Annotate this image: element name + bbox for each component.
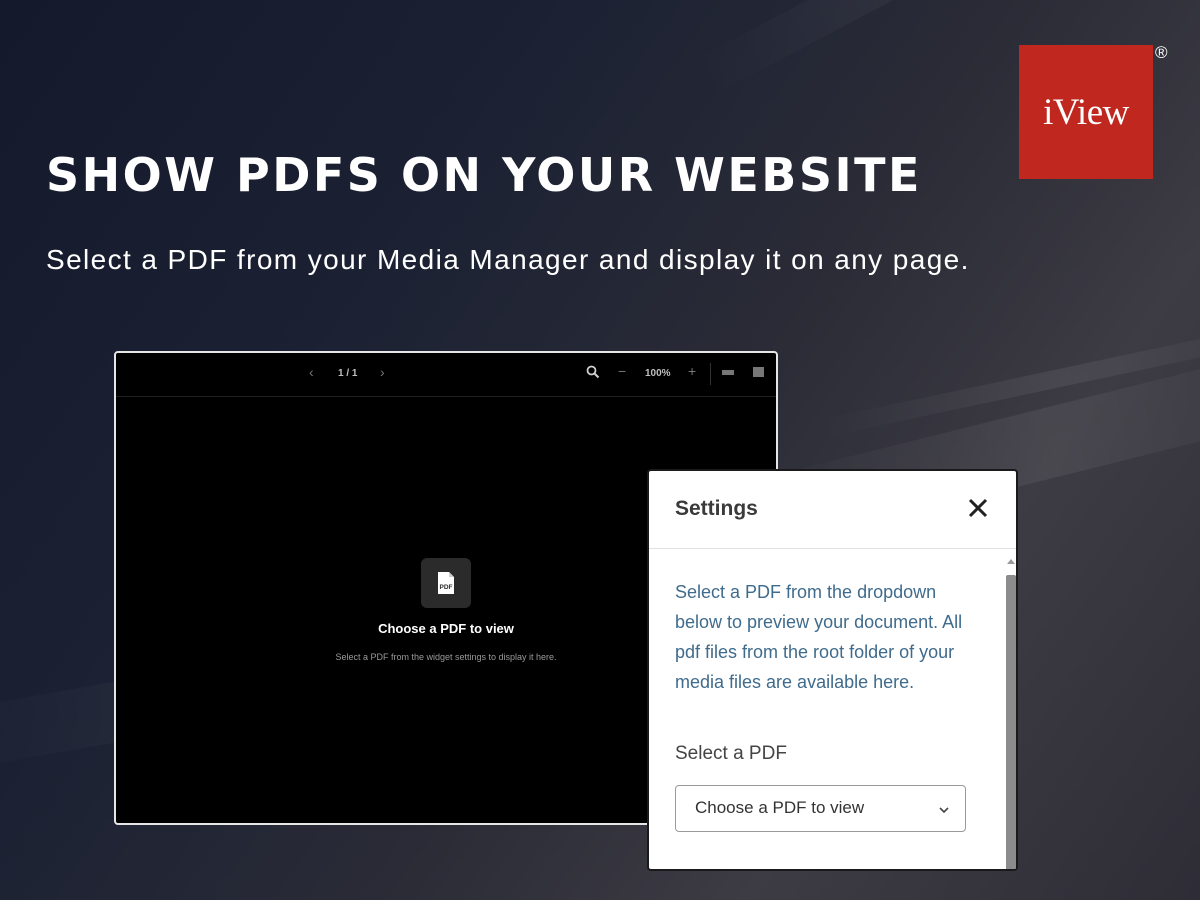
select-pdf-label: Select a PDF: [675, 743, 787, 764]
select-pdf-value: Choose a PDF to view: [695, 798, 865, 817]
chevron-down-icon: [939, 807, 949, 814]
zoom-in-button[interactable]: +: [688, 364, 696, 378]
single-page-view-icon[interactable]: [722, 370, 734, 375]
brand-logo: iView: [1019, 45, 1153, 179]
scrollbar-thumb[interactable]: [1006, 575, 1016, 869]
settings-title: Settings: [675, 497, 758, 520]
prev-page-button[interactable]: ‹: [309, 365, 314, 379]
next-page-button[interactable]: ›: [380, 365, 385, 379]
brand-logo-text: iView: [1043, 91, 1129, 133]
zoom-out-button[interactable]: −: [618, 364, 626, 378]
zoom-level: 100%: [645, 368, 671, 379]
viewer-toolbar: ‹ 1 / 1 › − 100% +: [116, 353, 776, 397]
full-page-view-icon[interactable]: [753, 367, 764, 377]
close-icon[interactable]: [967, 497, 989, 519]
select-pdf-dropdown[interactable]: Choose a PDF to view: [675, 785, 966, 832]
page-headline: SHOW PDFS ON YOUR WEBSITE: [46, 148, 922, 202]
settings-description: Select a PDF from the dropdown below to …: [675, 582, 963, 692]
settings-panel: Settings Select a PDF from the dropdown …: [647, 469, 1018, 871]
search-icon[interactable]: [586, 365, 600, 384]
page-subline: Select a PDF from your Media Manager and…: [46, 244, 970, 275]
pdf-icon-label: PDF: [440, 584, 453, 591]
background-streak: [818, 316, 1200, 438]
pdf-file-icon: PDF: [421, 558, 471, 608]
scroll-up-arrow-icon[interactable]: [1007, 559, 1015, 564]
registered-mark: ®: [1155, 43, 1168, 62]
settings-header: Settings: [649, 471, 1016, 549]
page-indicator: 1 / 1: [338, 368, 358, 379]
settings-body: Select a PDF from the dropdown below to …: [675, 577, 966, 832]
settings-scrollbar[interactable]: [1004, 551, 1016, 869]
toolbar-divider: [710, 363, 711, 385]
